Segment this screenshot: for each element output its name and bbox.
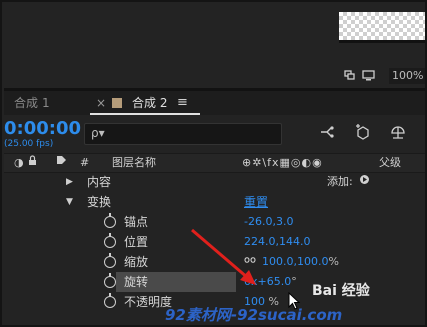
baidu-watermark: Bai 经验	[312, 283, 370, 299]
site-watermark: 92素材网-92sucai.com	[165, 306, 343, 324]
annotation-arrow	[191, 228, 256, 285]
ae-window: 100% 合成 1 × 合成 2 ≡ 0:00:00 (25.00 fps) ρ▾…	[0, 0, 427, 327]
site-watermark-bar: 92素材网-92sucai.com	[0, 302, 427, 327]
